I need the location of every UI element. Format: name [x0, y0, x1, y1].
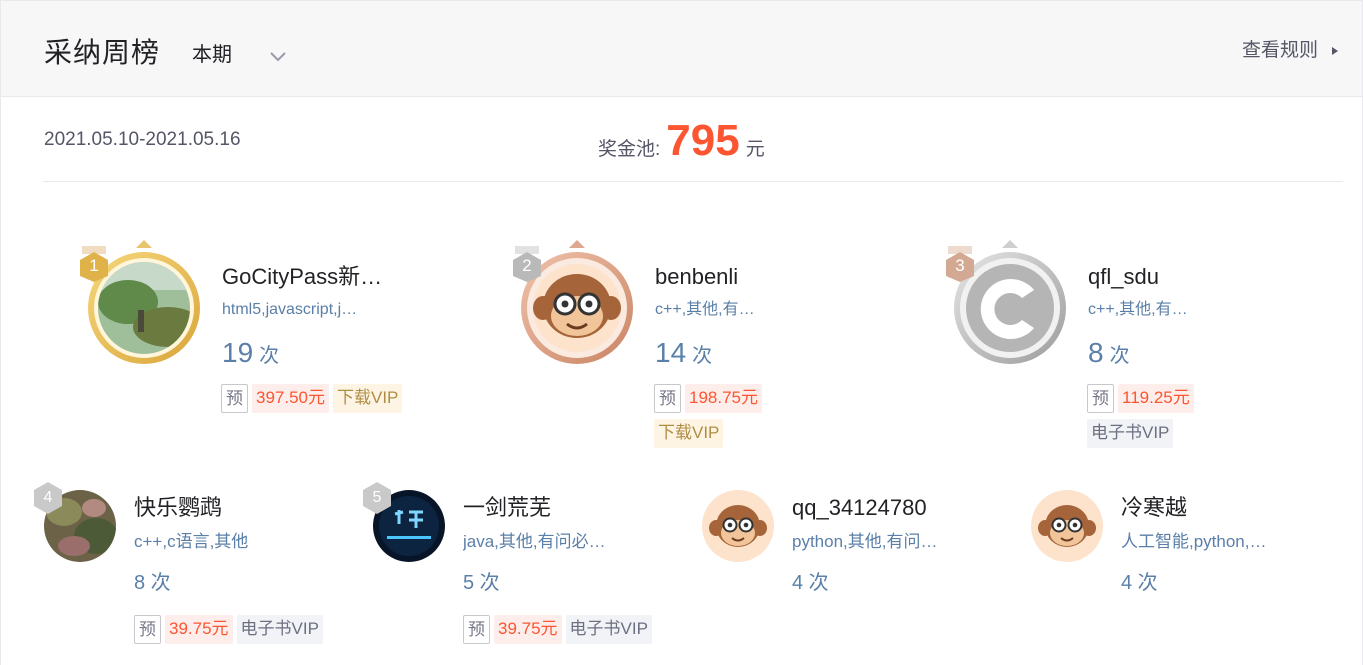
badge-pre: 预 [221, 384, 248, 413]
adoption-count: 4 次 [1121, 572, 1158, 594]
user-tags: c++,c语言,其他 [134, 532, 249, 551]
badge-reward: 39.75元 [494, 615, 562, 644]
adoption-count: 8 次 [134, 572, 171, 594]
adoption-count: 5 次 [463, 572, 500, 594]
badge-pre: 预 [134, 615, 161, 644]
adoption-count: 4 次 [792, 572, 829, 594]
rank-badge-2: 2 [511, 246, 543, 282]
adoption-count: 19 次 [222, 335, 279, 376]
user-avatar[interactable] [702, 490, 774, 562]
user-tags: c++,其他,有… [1088, 301, 1188, 318]
badge-pre: 预 [1087, 384, 1114, 413]
badge-row: 预 39.75元 电子书VIP [463, 615, 703, 644]
rank-number: 5 [372, 489, 382, 506]
view-rules-label[interactable]: 查看规则 [1242, 37, 1318, 65]
rank-number: 4 [43, 489, 53, 506]
prize-pool-unit: 元 [745, 139, 765, 160]
badge-pre: 预 [463, 615, 490, 644]
rank-number: 1 [89, 256, 99, 275]
chevron-down-icon[interactable] [269, 47, 287, 65]
badge-ebook-vip: 电子书VIP [565, 615, 652, 644]
user-tags: c++,其他,有… [655, 301, 755, 318]
prize-pool-label: 奖金池: [598, 139, 661, 160]
rank-badge-4: 4 [33, 482, 63, 514]
rank-card-2: 2 benbenli c++,其他,有… 14 次 预 198.75元 下载VIP [511, 232, 911, 462]
count-unit: 次 [259, 345, 280, 367]
badge-reward: 397.50元 [252, 384, 329, 413]
badge-reward: 198.75元 [685, 384, 762, 413]
rank-card-3: 3 qfl_sdu c++,其他,有… 8次 预 119.25元 电子书VIP [944, 232, 1344, 462]
count-unit: 次 [1109, 345, 1130, 367]
badge-reward: 119.25元 [1118, 384, 1194, 413]
divider [43, 181, 1343, 182]
period-select[interactable]: 本期 [192, 41, 232, 69]
view-rules-link[interactable]: 查看规则 [1242, 37, 1338, 65]
badge-ebook-vip: 电子书VIP [236, 615, 323, 644]
user-name[interactable]: 快乐鹦鹉 [134, 493, 222, 523]
rank-number: 3 [955, 256, 965, 275]
count-number: 14 [655, 337, 687, 368]
user-tags: 人工智能,python,… [1121, 532, 1267, 551]
header-bar: 采纳周榜 本期 查看规则 [1, 1, 1362, 97]
badge-row: 预 397.50元 下载VIP [221, 384, 461, 413]
user-avatar[interactable] [1031, 490, 1103, 562]
count-number: 8 [1088, 337, 1104, 368]
badge-row: 预 39.75元 电子书VIP [134, 615, 374, 644]
rank-badge-5: 5 [362, 482, 392, 514]
rank-badge-3: 3 [944, 246, 976, 282]
badge-download-vip: 下载VIP [333, 384, 403, 413]
count-unit: 次 [692, 345, 713, 367]
user-name[interactable]: GoCityPass新… [222, 262, 404, 292]
adoption-count: 14 次 [655, 335, 712, 376]
rank-badge-1: 1 [78, 246, 110, 282]
page-title: 采纳周榜 [44, 37, 161, 68]
adoption-count: 8次 [1088, 335, 1130, 376]
user-name[interactable]: qfl_sdu [1088, 262, 1270, 292]
rank-card-1: 1 GoCityPass新… html5,javascript,j… 19 次 预… [78, 232, 478, 462]
count-number: 19 [222, 337, 254, 368]
badge-row: 预 198.75元 下载VIP [654, 384, 794, 448]
prize-pool-amount: 795 [666, 116, 740, 165]
user-tags: python,其他,有问… [792, 532, 938, 551]
badge-reward: 39.75元 [165, 615, 233, 644]
badge-row: 预 119.25元 电子书VIP [1087, 384, 1227, 448]
badge-download-vip: 下载VIP [654, 419, 724, 448]
user-name[interactable]: 一剑荒芜 [463, 493, 551, 523]
user-name[interactable]: 冷寒越 [1121, 493, 1187, 523]
user-name[interactable]: benbenli [655, 262, 837, 292]
user-tags: html5,javascript,j… [222, 301, 358, 318]
user-tags: java,其他,有问必… [463, 532, 606, 551]
caret-right-icon [1332, 47, 1338, 55]
badge-pre: 预 [654, 384, 681, 413]
date-range: 2021.05.10-2021.05.16 [44, 129, 241, 150]
user-name[interactable]: qq_34124780 [792, 493, 927, 523]
prize-pool: 奖金池: 795 元 [598, 116, 765, 166]
rank-number: 2 [522, 256, 532, 275]
badge-ebook-vip: 电子书VIP [1087, 419, 1174, 448]
